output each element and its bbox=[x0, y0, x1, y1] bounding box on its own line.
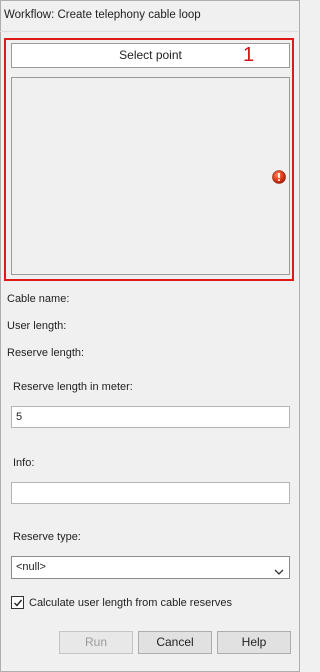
error-icon bbox=[272, 170, 286, 184]
callout-number: 1 bbox=[243, 44, 255, 66]
calculate-user-length-checkbox[interactable] bbox=[11, 596, 24, 609]
reserve-type-select[interactable]: <null> bbox=[11, 556, 290, 579]
reserve-type-label: Reserve type: bbox=[13, 531, 81, 543]
selected-points-area[interactable] bbox=[11, 77, 290, 275]
cancel-button[interactable]: Cancel bbox=[138, 631, 212, 654]
help-button[interactable]: Help bbox=[217, 631, 291, 654]
run-button[interactable]: Run bbox=[59, 631, 133, 654]
calculate-user-length-label: Calculate user length from cable reserve… bbox=[29, 597, 232, 609]
user-length-label: User length: bbox=[7, 320, 67, 332]
reserve-length-meter-input[interactable]: 5 bbox=[11, 406, 290, 428]
reserve-length-label: Reserve length: bbox=[7, 347, 85, 359]
info-label: Info: bbox=[13, 457, 35, 469]
reserve-type-value: <null> bbox=[16, 561, 46, 573]
cable-name-label: Cable name: bbox=[7, 293, 70, 305]
title-divider bbox=[0, 31, 298, 32]
checkmark-icon bbox=[14, 599, 23, 607]
chevron-down-icon bbox=[274, 563, 284, 575]
info-input[interactable] bbox=[11, 482, 290, 504]
window-title: Workflow: Create telephony cable loop bbox=[4, 9, 201, 21]
reserve-length-meter-label: Reserve length in meter: bbox=[13, 381, 133, 393]
